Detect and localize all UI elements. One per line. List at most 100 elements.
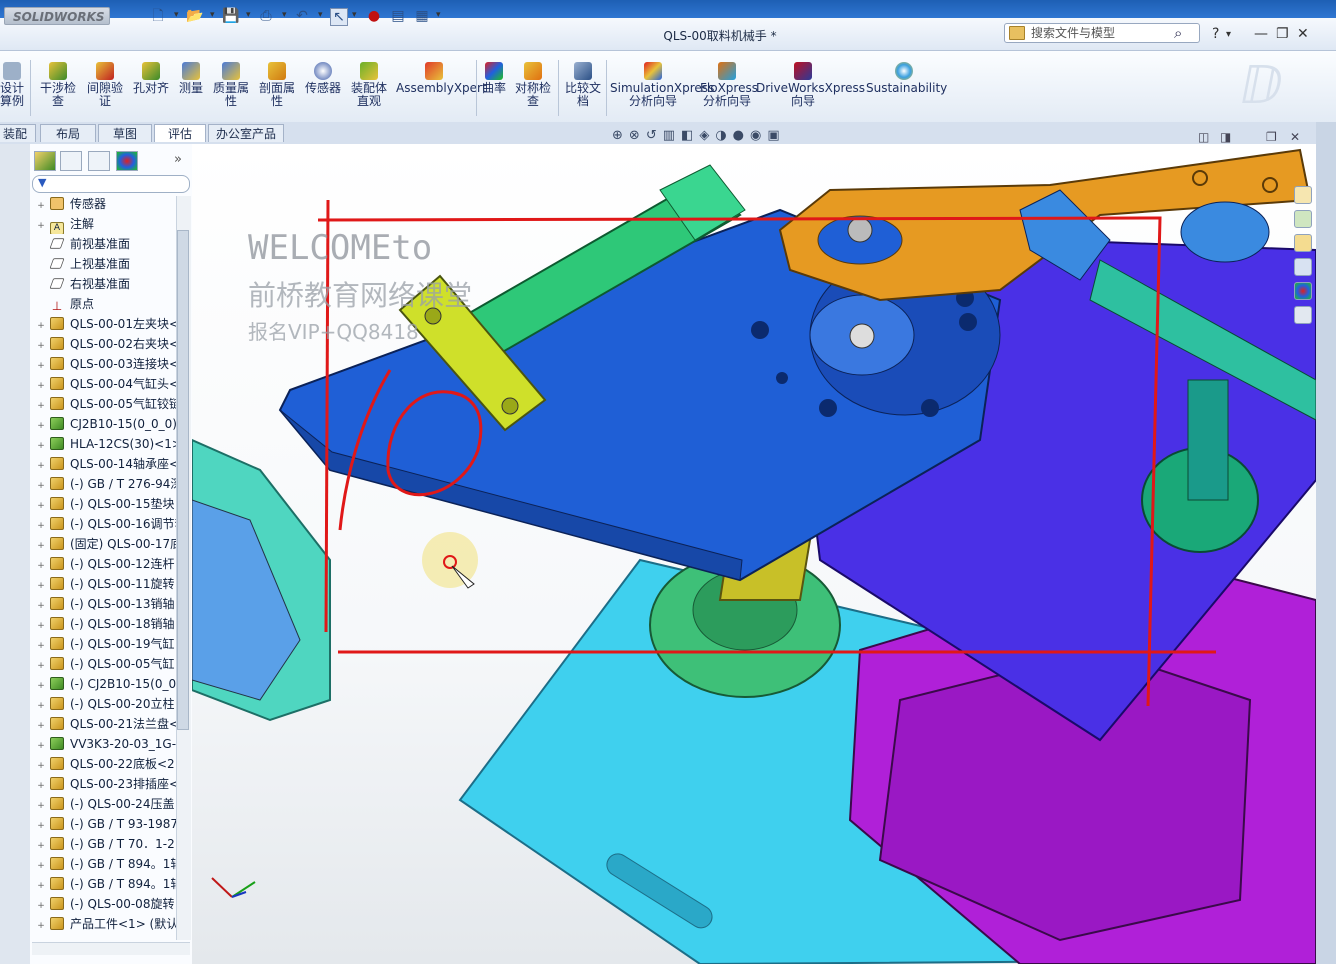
design-library-icon[interactable] [1294, 210, 1312, 228]
file-properties-icon[interactable]: ▤ [390, 8, 406, 24]
view-orientation-icon[interactable]: ◧ [681, 128, 699, 143]
configuration-manager-tab-icon[interactable] [88, 151, 110, 171]
expand-toggle-icon[interactable]: + [36, 216, 46, 234]
viewport-close-icon[interactable]: ✕ [1290, 130, 1300, 144]
expand-toggle-icon[interactable]: + [36, 396, 46, 414]
expand-toggle-icon[interactable]: + [36, 696, 46, 714]
viewport-tile-right-icon[interactable]: ◨ [1220, 130, 1231, 144]
rebuild-traffic-light-icon[interactable]: ● [366, 8, 382, 24]
expand-toggle-icon[interactable]: + [36, 576, 46, 594]
tab-evaluate[interactable]: 评估 [154, 124, 206, 142]
ribbon-symmetry-check[interactable]: 对称检查 [512, 62, 554, 108]
tree-item[interactable]: + 产品工件<1> (默认 [36, 914, 176, 934]
tree-item[interactable]: + A 注解 [36, 214, 176, 234]
select-dropdown-icon[interactable]: ▾ [352, 10, 357, 20]
expand-toggle-icon[interactable]: + [36, 636, 46, 654]
expand-toggle-icon[interactable]: + [36, 496, 46, 514]
expand-toggle-icon[interactable]: + [36, 476, 46, 494]
tree-item[interactable]: 前视基准面 [36, 234, 176, 254]
tree-item[interactable]: + CJ2B10-15(0_0_0)- [36, 414, 176, 434]
tab-assembly[interactable]: 装配体 [0, 124, 36, 159]
filter-icon[interactable]: ▼ [38, 176, 46, 189]
tree-item[interactable]: + (-) QLS-00-20立柱 [36, 694, 176, 714]
save-icon[interactable]: 💾 [222, 8, 239, 24]
edit-appearance-icon[interactable]: ● [733, 128, 750, 143]
apply-scene-icon[interactable]: ◉ [750, 128, 767, 143]
tree-item[interactable]: + (-) QLS-00-19气缸 [36, 634, 176, 654]
viewport-tile-left-icon[interactable]: ◫ [1198, 130, 1209, 144]
display-manager-tab-icon[interactable] [116, 151, 138, 171]
undo-dropdown-icon[interactable]: ▾ [318, 10, 323, 20]
zoom-area-icon[interactable]: ⊗ [629, 128, 646, 143]
tree-item[interactable]: 右视基准面 [36, 274, 176, 294]
undo-icon[interactable]: ↶ [294, 8, 310, 24]
view-palette-icon[interactable] [1294, 258, 1312, 276]
tab-office-products[interactable]: 办公室产品 [208, 124, 284, 142]
new-dropdown-icon[interactable]: ▾ [174, 10, 179, 20]
tree-item[interactable]: + (-) GB / T 894。1轴 [36, 874, 176, 894]
minimize-button[interactable]: — [1254, 26, 1268, 42]
expand-toggle-icon[interactable]: + [36, 656, 46, 674]
ribbon-interference-check[interactable]: 干涉检查 [38, 62, 78, 108]
options-dropdown-icon[interactable]: ▾ [436, 10, 441, 20]
tree-filter-input[interactable] [32, 175, 190, 193]
ribbon-assembly-visualization[interactable]: 装配体直观 [348, 62, 390, 108]
expand-toggle-icon[interactable]: + [36, 836, 46, 854]
tab-sketch[interactable]: 草图 [98, 124, 152, 142]
expand-toggle-icon[interactable]: + [36, 556, 46, 574]
solidworks-resources-icon[interactable] [1294, 186, 1312, 204]
custom-properties-icon[interactable] [1294, 306, 1312, 324]
expand-toggle-icon[interactable]: + [36, 856, 46, 874]
tree-item[interactable]: + VV3K3-20-03_1G- [36, 734, 176, 754]
tree-item[interactable]: + (-) GB / T 276-94深 [36, 474, 176, 494]
previous-view-icon[interactable]: ↺ [646, 128, 663, 143]
tree-item[interactable]: + QLS-00-14轴承座< [36, 454, 176, 474]
hide-show-items-icon[interactable]: ◑ [715, 128, 732, 143]
tab-layout[interactable]: 布局 [40, 124, 96, 142]
ribbon-design-study[interactable]: 设计算例 [0, 62, 24, 108]
print-icon[interactable]: ⎙ [258, 8, 274, 24]
expand-toggle-icon[interactable]: + [36, 196, 46, 214]
ribbon-curvature[interactable]: 曲率 [480, 62, 508, 95]
tree-item[interactable]: + (固定) QLS-00-17底 [36, 534, 176, 554]
tree-scroll-thumb[interactable] [177, 230, 189, 730]
graphics-viewport[interactable]: WELCOMEto 前桥教育网络课堂 报名VIP+QQ8418 [192, 144, 1316, 964]
ribbon-driveworksxpress[interactable]: DriveWorksXpress 向导 [756, 62, 865, 108]
select-cursor-icon[interactable]: ↖ [330, 8, 348, 26]
tree-item[interactable]: + QLS-00-01左夹块< [36, 314, 176, 334]
expand-toggle-icon[interactable]: + [36, 536, 46, 554]
tree-item[interactable]: + HLA-12CS(30)<1> [36, 434, 176, 454]
tree-item[interactable]: + QLS-00-23排插座< [36, 774, 176, 794]
expand-toggle-icon[interactable]: + [36, 896, 46, 914]
expand-toggle-icon[interactable]: + [36, 816, 46, 834]
expand-toggle-icon[interactable]: + [36, 716, 46, 734]
expand-toggle-icon[interactable]: + [36, 596, 46, 614]
new-document-icon[interactable]: 🗋 [150, 8, 166, 24]
ribbon-mass-properties[interactable]: 质量属性 [210, 62, 252, 108]
section-view-icon[interactable]: ▥ [663, 128, 681, 143]
file-explorer-icon[interactable] [1294, 234, 1312, 252]
tree-item[interactable]: + (-) QLS-00-15垫块 [36, 494, 176, 514]
tree-item[interactable]: + (-) QLS-00-08旋转 [36, 894, 176, 914]
expand-toggle-icon[interactable]: + [36, 736, 46, 754]
tree-item[interactable]: + (-) GB / T 894。1轴 [36, 854, 176, 874]
expand-toggle-icon[interactable]: + [36, 436, 46, 454]
property-manager-tab-icon[interactable] [60, 151, 82, 171]
tree-item[interactable]: + (-) GB / T 70．1-2 [36, 834, 176, 854]
search-icon[interactable]: ⌕ [1174, 24, 1182, 42]
search-input[interactable]: 搜索文件与模型 [1004, 23, 1200, 43]
ribbon-measure[interactable]: 测量 [176, 62, 206, 95]
expand-toggle-icon[interactable]: + [36, 776, 46, 794]
help-dropdown-icon[interactable]: ▾ [1226, 29, 1231, 40]
tree-item[interactable]: + (-) CJ2B10-15(0_0_ [36, 674, 176, 694]
tree-item[interactable]: ⊥ 原点 [36, 294, 176, 314]
open-folder-icon[interactable]: 📂 [186, 8, 203, 24]
close-button[interactable]: ✕ [1297, 26, 1309, 42]
ribbon-simulationxpress[interactable]: SimulationXpress 分析向导 [610, 62, 714, 108]
ribbon-assemblyxpert[interactable]: AssemblyXpert [396, 62, 487, 95]
expand-toggle-icon[interactable]: + [36, 756, 46, 774]
appearances-icon[interactable] [1294, 282, 1312, 300]
ribbon-hole-alignment[interactable]: 孔对齐 [130, 62, 172, 95]
solidworks-logo[interactable]: SOLIDWORKS [4, 7, 110, 25]
expand-toggle-icon[interactable]: + [36, 456, 46, 474]
